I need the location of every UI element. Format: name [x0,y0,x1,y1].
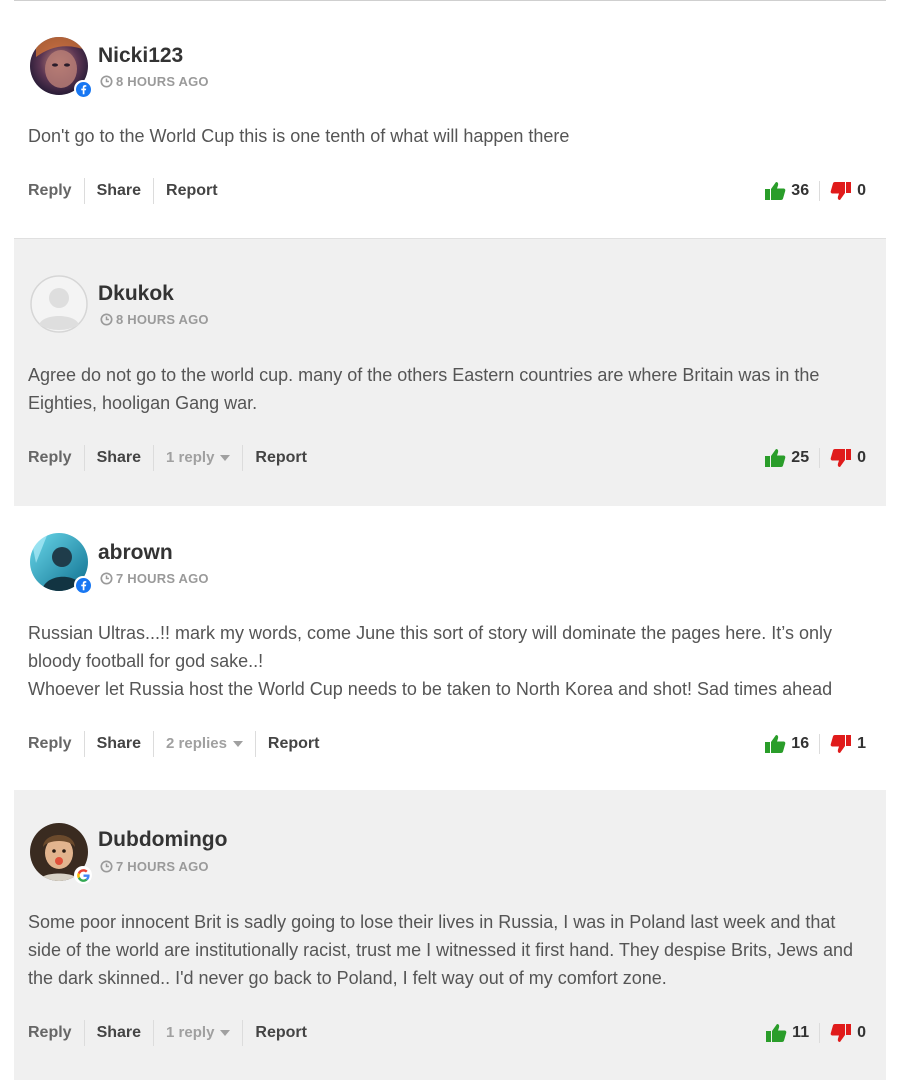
share-button[interactable]: Share [83,731,153,757]
report-button[interactable]: Report [254,731,332,757]
default-avatar-icon [30,275,88,333]
caret-down-icon [232,741,243,747]
facebook-icon [74,576,92,594]
share-button[interactable]: Share [83,1020,153,1046]
upvote-button[interactable]: 25 [764,448,809,468]
vote-controls: 11 0 [765,1023,866,1043]
thumbs-up-icon [765,735,786,753]
clock-icon [100,572,113,585]
timestamp-text: 7 HOURS AGO [116,859,209,874]
username[interactable]: Dkukok [98,282,174,306]
report-button[interactable]: Report [242,445,319,471]
reply-button[interactable]: Reply [28,178,84,204]
downvote-button[interactable]: 1 [819,734,866,754]
thumbs-down-icon [830,1024,852,1042]
vote-controls: 25 0 [764,448,866,468]
reply-button[interactable]: Reply [28,731,84,757]
clock-icon [100,860,113,873]
report-button[interactable]: Report [153,178,230,204]
comment: abrown 7 HOURS AGO Russian Ultras...!! m… [14,506,886,790]
comment-actions: Reply Share 1 reply Report [28,445,319,471]
thumbs-up-icon [765,449,786,467]
comment: Nicki123 8 HOURS AGO Don't go to the Wor… [14,1,886,239]
replies-count: 1 reply [166,449,215,466]
facebook-icon [74,80,92,98]
username[interactable]: Dubdomingo [98,828,227,852]
avatar[interactable] [30,275,88,333]
timestamp: 8 HOURS AGO [100,312,209,327]
caret-down-icon [220,455,231,461]
comment: Dubdomingo 7 HOURS AGO Some poor innocen… [14,790,886,1080]
comment-text: Don't go to the World Cup this is one te… [28,122,868,150]
downvote-count: 0 [857,182,866,199]
username[interactable]: Nicki123 [98,44,183,68]
thumbs-down-icon [830,182,852,200]
vote-controls: 36 0 [764,181,866,201]
comment-line: Some poor innocent Brit is sadly going t… [28,912,854,988]
comment-line: Agree do not go to the world cup. many o… [28,365,820,413]
timestamp-text: 7 HOURS AGO [116,571,209,586]
upvote-count: 11 [792,1024,810,1041]
replies-count: 1 reply [166,1024,215,1041]
avatar[interactable] [30,533,92,594]
report-button[interactable]: Report [242,1020,319,1046]
comment-actions: Reply Share Report [28,178,230,204]
downvote-count: 0 [857,1024,866,1041]
caret-down-icon [220,1030,231,1036]
comment-line: Don't go to the World Cup this is one te… [28,126,570,146]
downvote-button[interactable]: 0 [819,181,866,201]
timestamp-text: 8 HOURS AGO [116,74,209,89]
upvote-count: 36 [791,182,810,199]
google-icon [74,866,92,884]
thumbs-down-icon [830,735,852,753]
downvote-count: 1 [857,735,866,752]
comment-text: Agree do not go to the world cup. many o… [28,361,868,417]
downvote-count: 0 [857,449,866,466]
username[interactable]: abrown [98,541,173,565]
timestamp: 7 HOURS AGO [100,571,209,586]
comment-line: Whoever let Russia host the World Cup ne… [28,679,833,699]
timestamp: 7 HOURS AGO [100,859,209,874]
share-button[interactable]: Share [83,178,153,204]
downvote-button[interactable]: 0 [819,1023,866,1043]
comment-text: Russian Ultras...!! mark my words, come … [28,619,868,703]
upvote-button[interactable]: 16 [764,734,809,754]
vote-controls: 16 1 [764,734,866,754]
timestamp-text: 8 HOURS AGO [116,312,209,327]
clock-icon [100,75,113,88]
view-replies-toggle[interactable]: 2 replies [153,731,255,757]
thumbs-down-icon [830,449,852,467]
thumbs-up-icon [766,1024,787,1042]
comment: Dkukok 8 HOURS AGO Agree do not go to th… [14,239,886,506]
replies-count: 2 replies [166,735,227,752]
upvote-button[interactable]: 11 [765,1023,809,1043]
comment-line: Russian Ultras...!! mark my words, come … [28,623,832,671]
share-button[interactable]: Share [83,445,153,471]
reply-button[interactable]: Reply [28,1020,84,1046]
upvote-count: 16 [791,735,810,752]
clock-icon [100,313,113,326]
reply-button[interactable]: Reply [28,445,84,471]
upvote-button[interactable]: 36 [764,181,809,201]
comment-actions: Reply Share 2 replies Report [28,731,331,757]
avatar[interactable] [30,37,92,98]
timestamp: 8 HOURS AGO [100,74,209,89]
avatar[interactable] [30,823,92,884]
comment-text: Some poor innocent Brit is sadly going t… [28,908,868,992]
downvote-button[interactable]: 0 [819,448,866,468]
thumbs-up-icon [765,182,786,200]
upvote-count: 25 [791,449,810,466]
view-replies-toggle[interactable]: 1 reply [153,1020,242,1046]
comment-actions: Reply Share 1 reply Report [28,1020,319,1046]
view-replies-toggle[interactable]: 1 reply [153,445,242,471]
